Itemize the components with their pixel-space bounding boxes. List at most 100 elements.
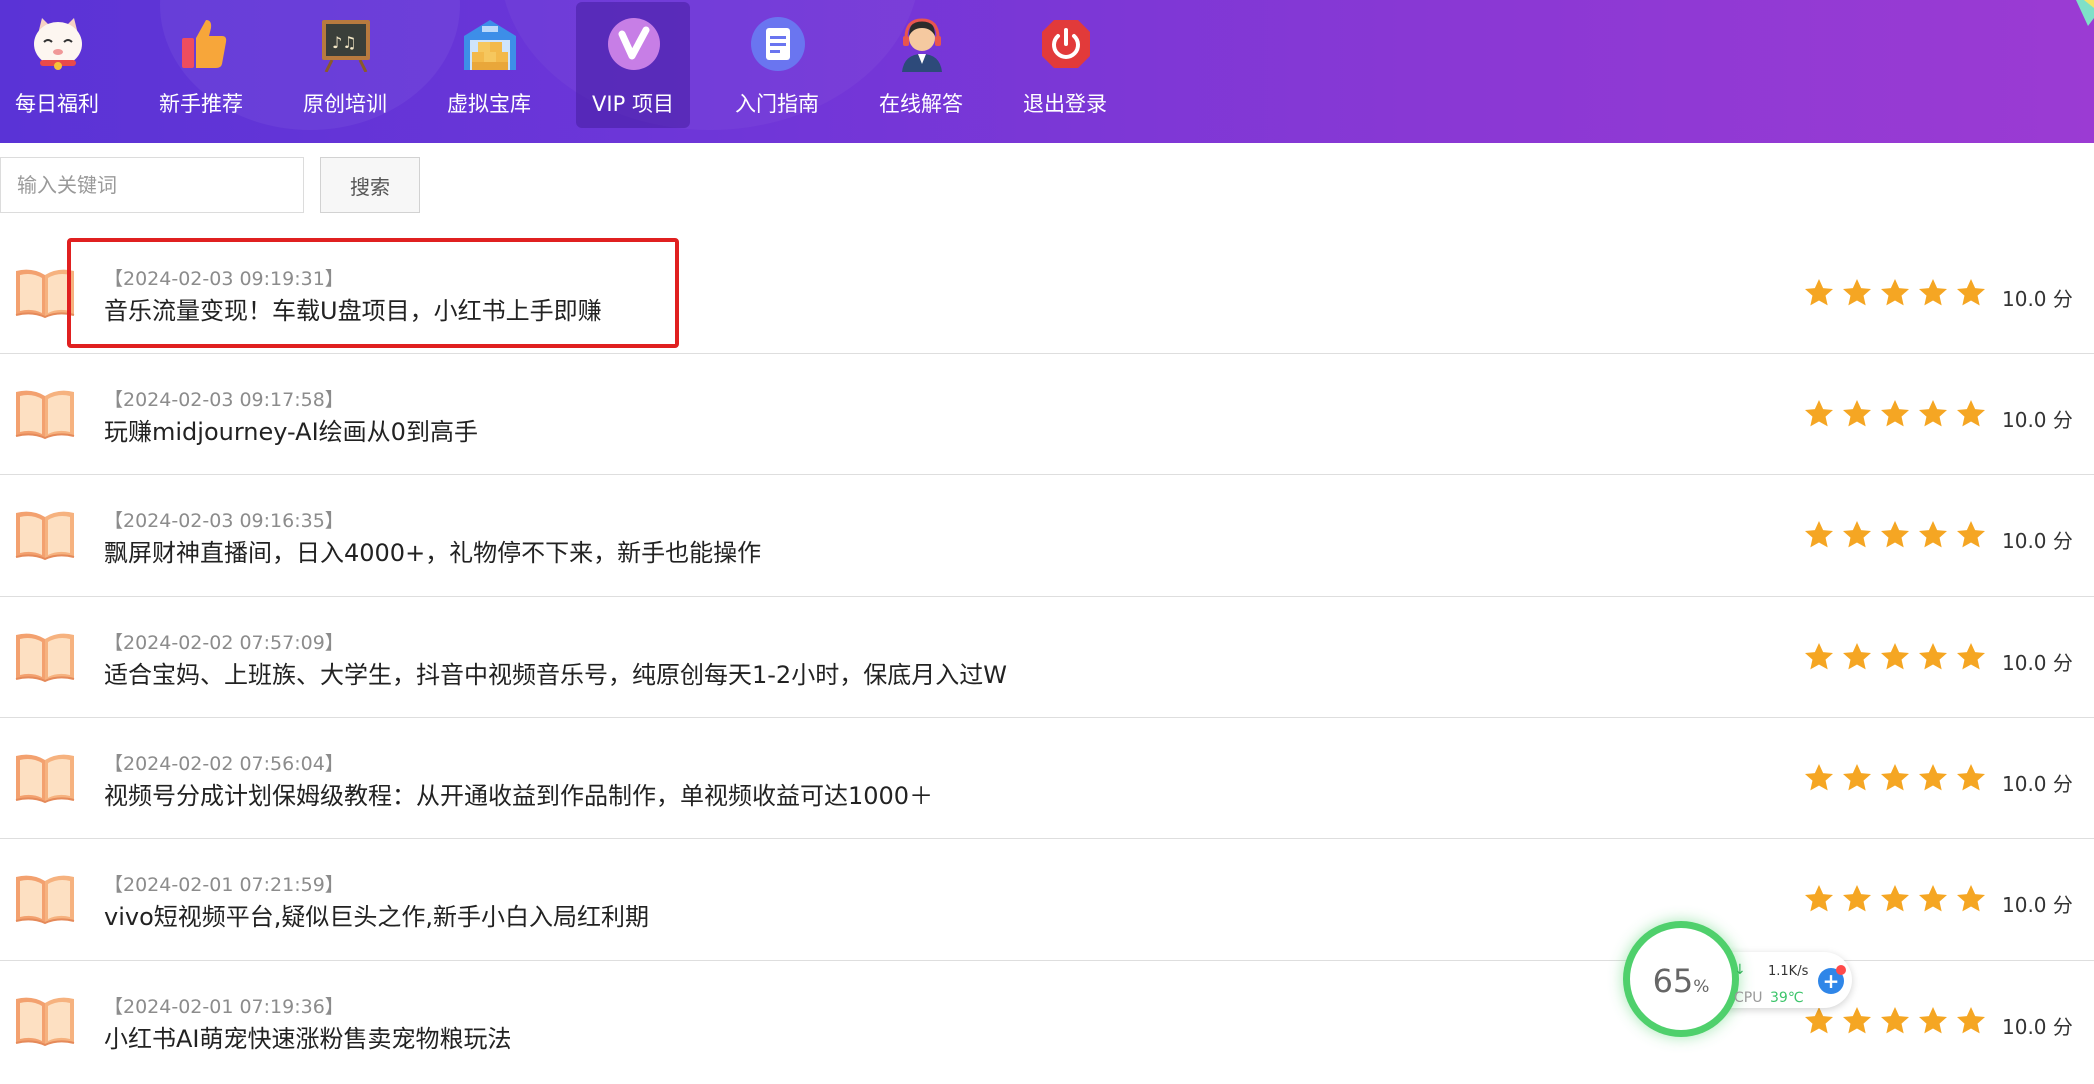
star-icon	[1881, 400, 1909, 427]
cpu-label: CPU	[1734, 990, 1763, 1006]
star-icon	[1881, 521, 1909, 548]
star-icon	[1957, 885, 1985, 912]
item-title[interactable]: 适合宝妈、上班族、大学生，抖音中视频音乐号，纯原创每天1-2小时，保底月入过W	[104, 655, 1007, 690]
nav-label: 退出登录	[1023, 92, 1107, 116]
item-score: 10.0 分	[2002, 287, 2073, 311]
system-monitor-widget[interactable]: 65% ↓ 1.1K/s CPU 39℃ +	[1630, 928, 1856, 1032]
star-icon	[1957, 521, 1985, 548]
item-title[interactable]: vivo短视频平台,疑似巨头之作,新手小白入局红利期	[104, 897, 649, 932]
item-score: 10.0 分	[2002, 529, 2073, 553]
nav-item-virtual-treasury[interactable]: 虚拟宝库	[432, 2, 546, 128]
cpu-temperature: 39℃	[1770, 990, 1804, 1006]
item-title[interactable]: 飘屏财神直播间，日入4000+，礼物停不下来，新手也能操作	[104, 533, 761, 568]
nav-item-original-training[interactable]: ♪♫ 原创培训	[288, 2, 402, 128]
item-score: 10.0 分	[2002, 651, 2073, 675]
star-icon	[1919, 764, 1947, 791]
book-icon	[15, 754, 75, 804]
rating-stars	[1803, 277, 1993, 309]
rating-stars	[1803, 519, 1993, 551]
vip-badge-icon	[608, 18, 660, 70]
nav-label: 原创培训	[303, 92, 387, 116]
search-button[interactable]: 搜索	[320, 157, 420, 213]
music-chalkboard-icon: ♪♫	[322, 20, 370, 72]
item-date: 【2024-02-03 09:19:31】	[104, 268, 344, 290]
star-icon	[1919, 885, 1947, 912]
star-icon	[1919, 521, 1947, 548]
item-title[interactable]: 音乐流量变现！车载U盘项目，小红书上手即赚	[104, 291, 602, 326]
rating-stars	[1803, 762, 1993, 794]
nav-label: VIP 项目	[592, 92, 674, 116]
nav-label: 新手推荐	[159, 92, 243, 116]
star-icon	[1805, 764, 1833, 791]
star-icon	[1957, 400, 1985, 427]
item-score: 10.0 分	[2002, 408, 2073, 432]
nav-label: 每日福利	[15, 92, 99, 116]
star-icon	[1843, 279, 1871, 306]
star-icon	[1805, 400, 1833, 427]
book-icon	[15, 390, 75, 440]
star-icon	[1805, 643, 1833, 670]
star-icon	[1881, 1007, 1909, 1034]
item-date: 【2024-02-01 07:21:59】	[104, 874, 344, 896]
rating-stars	[1803, 883, 1993, 915]
list-item[interactable]: 【2024-02-02 07:57:09】 适合宝妈、上班族、大学生，抖音中视频…	[0, 597, 2094, 718]
star-icon	[1919, 643, 1947, 670]
nav-item-vip-projects[interactable]: VIP 项目	[576, 2, 690, 128]
nav-item-online-answers[interactable]: 在线解答	[864, 2, 978, 128]
book-icon	[15, 633, 75, 683]
notification-dot	[1836, 965, 1846, 975]
download-arrow-icon: ↓	[1734, 962, 1746, 978]
usage-percent: 65%	[1630, 962, 1732, 1000]
network-speed: 1.1K/s	[1768, 964, 1809, 979]
usage-value: 65	[1652, 962, 1694, 1000]
book-icon	[15, 269, 75, 319]
warehouse-icon	[464, 20, 516, 70]
star-icon	[1957, 643, 1985, 670]
item-score: 10.0 分	[2002, 772, 2073, 796]
star-icon	[1919, 400, 1947, 427]
thumbs-up-icon	[182, 20, 227, 68]
book-icon	[15, 875, 75, 925]
book-icon	[15, 997, 75, 1047]
star-icon	[1805, 279, 1833, 306]
power-icon	[1042, 20, 1090, 68]
nav-item-getting-started[interactable]: 入门指南	[720, 2, 834, 128]
star-icon	[1881, 279, 1909, 306]
rating-stars	[1803, 398, 1993, 430]
list-item[interactable]: 【2024-02-03 09:19:31】 音乐流量变现！车载U盘项目，小红书上…	[0, 233, 2094, 354]
star-icon	[1957, 764, 1985, 791]
item-score: 10.0 分	[2002, 1015, 2073, 1039]
star-icon	[1843, 643, 1871, 670]
rating-stars	[1803, 641, 1993, 673]
list-item[interactable]: 【2024-02-03 09:16:35】 飘屏财神直播间，日入4000+，礼物…	[0, 476, 2094, 597]
star-icon	[1805, 885, 1833, 912]
star-icon	[1881, 643, 1909, 670]
star-icon	[1919, 279, 1947, 306]
nav-label: 入门指南	[735, 92, 819, 116]
nav-item-daily-welfare[interactable]: 每日福利	[0, 2, 114, 128]
support-agent-icon	[902, 18, 942, 72]
item-date: 【2024-02-02 07:57:09】	[104, 632, 344, 654]
list-item[interactable]: 【2024-02-02 07:56:04】 视频号分成计划保姆级教程：从开通收益…	[0, 718, 2094, 839]
item-title[interactable]: 玩赚midjourney-AI绘画从0到高手	[104, 412, 478, 447]
item-title[interactable]: 视频号分成计划保姆级教程：从开通收益到作品制作，单视频收益可达1000＋	[104, 776, 933, 811]
top-navigation-bar: 每日福利 新手推荐 ♪♫ 原创培训 虚拟宝库 VIP 项目 入门指南 在线解答 …	[0, 0, 2094, 143]
star-icon	[1843, 885, 1871, 912]
star-icon	[1881, 885, 1909, 912]
nav-label: 虚拟宝库	[447, 92, 531, 116]
item-score: 10.0 分	[2002, 893, 2073, 917]
item-date: 【2024-02-03 09:17:58】	[104, 389, 344, 411]
search-input[interactable]	[0, 157, 304, 213]
list-item[interactable]: 【2024-02-03 09:17:58】 玩赚midjourney-AI绘画从…	[0, 354, 2094, 475]
nav-item-beginner-recommend[interactable]: 新手推荐	[144, 2, 258, 128]
star-icon	[1805, 521, 1833, 548]
item-date: 【2024-02-01 07:19:36】	[104, 996, 344, 1018]
document-icon	[751, 17, 805, 71]
star-icon	[1843, 400, 1871, 427]
star-icon	[1881, 764, 1909, 791]
background-glow	[500, 0, 920, 130]
nav-label: 在线解答	[879, 92, 963, 116]
item-date: 【2024-02-02 07:56:04】	[104, 753, 344, 775]
item-title[interactable]: 小红书AI萌宠快速涨粉售卖宠物粮玩法	[104, 1019, 512, 1054]
nav-item-logout[interactable]: 退出登录	[1008, 2, 1122, 128]
